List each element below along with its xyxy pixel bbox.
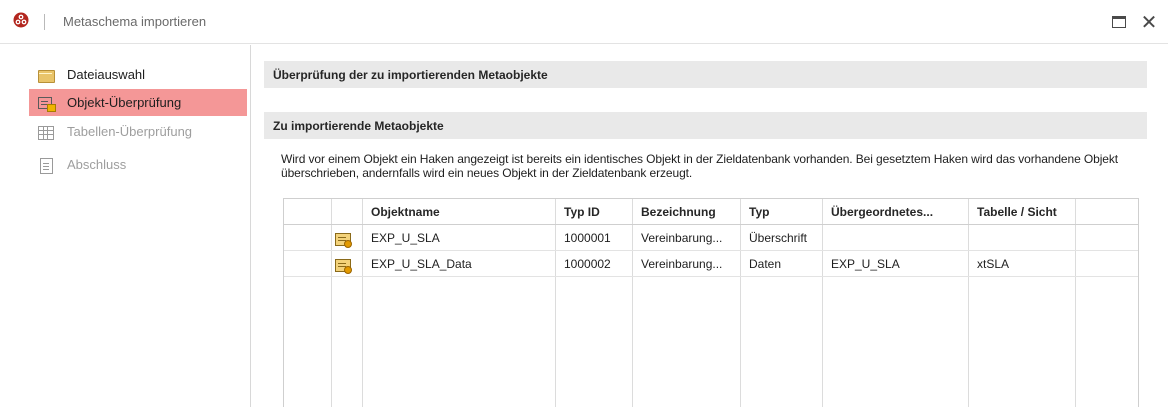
cell-tabelle-sicht: xtSLA [977, 257, 1010, 271]
wizard-sidebar: Dateiauswahl Objekt-Überprüfung Tabellen… [0, 45, 251, 407]
table-icon [38, 125, 54, 140]
description-text: Wird vor einem Objekt ein Haken angezeig… [281, 152, 1118, 180]
app-logo-icon [13, 12, 29, 28]
cell-objektname: EXP_U_SLA_Data [371, 257, 472, 271]
table-row[interactable]: EXP_U_SLA_Data 1000002 Vereinbarung... D… [284, 252, 1138, 277]
folder-icon [38, 68, 55, 83]
checklist-icon [38, 96, 56, 112]
cell-tabelle-sicht [969, 226, 1075, 250]
column-header-check[interactable] [284, 199, 331, 225]
column-header-typ[interactable]: Typ [741, 199, 822, 225]
sidebar-item-tabellen-ueberpruefung: Tabellen-Überprüfung [29, 118, 247, 145]
object-icon [335, 231, 352, 248]
column-header-tabelle-sicht[interactable]: Tabelle / Sicht [969, 199, 1075, 225]
column-header-filler [1076, 199, 1138, 225]
maximize-button[interactable] [1112, 16, 1126, 28]
close-button[interactable]: ✕ [1138, 10, 1160, 34]
cell-objektname: EXP_U_SLA [371, 231, 440, 245]
object-icon [335, 257, 352, 274]
cell-bezeichnung: Vereinbarung... [641, 257, 723, 271]
column-header-objektname[interactable]: Objektname [363, 199, 555, 225]
column-header-typ-id[interactable]: Typ ID [556, 199, 632, 225]
column-header-uebergeordnetes[interactable]: Übergeordnetes... [823, 199, 968, 225]
cell-typ: Daten [749, 257, 782, 271]
title-bar: Metaschema importieren ✕ [0, 0, 1168, 44]
sidebar-item-label: Dateiauswahl [67, 67, 146, 82]
cell-typ-id: 1000001 [564, 231, 611, 245]
column-header-icon[interactable] [332, 199, 362, 225]
cell-uebergeordnetes: EXP_U_SLA [831, 257, 900, 271]
metaobjects-grid[interactable]: Objektname Typ ID Bezeichnung Typ Überge… [283, 198, 1139, 407]
grid-header-row: Objektname Typ ID Bezeichnung Typ Überge… [284, 199, 1138, 225]
sidebar-item-abschluss: Abschluss [29, 151, 247, 178]
cell-uebergeordnetes [823, 226, 968, 250]
document-icon [38, 157, 54, 174]
sidebar-item-label: Tabellen-Überprüfung [67, 124, 193, 139]
sidebar-item-label: Objekt-Überprüfung [67, 95, 182, 110]
cell-typ-id: 1000002 [564, 257, 611, 271]
column-header-bezeichnung[interactable]: Bezeichnung [633, 199, 740, 225]
sidebar-item-dateiauswahl[interactable]: Dateiauswahl [29, 61, 247, 88]
table-row[interactable]: EXP_U_SLA 1000001 Vereinbarung... Übersc… [284, 226, 1138, 251]
sidebar-item-label: Abschluss [67, 157, 127, 172]
page-header: Überprüfung der zu importierenden Metaob… [264, 61, 1147, 88]
sidebar-item-objekt-ueberpruefung[interactable]: Objekt-Überprüfung [29, 89, 247, 116]
title-separator [44, 14, 45, 30]
section-title: Zu importierende Metaobjekte [264, 112, 1147, 139]
window-title: Metaschema importieren [63, 14, 207, 29]
import-dialog-window: Metaschema importieren ✕ Dateiauswahl Ob… [0, 0, 1168, 407]
cell-typ: Überschrift [749, 231, 808, 245]
cell-bezeichnung: Vereinbarung... [641, 231, 723, 245]
